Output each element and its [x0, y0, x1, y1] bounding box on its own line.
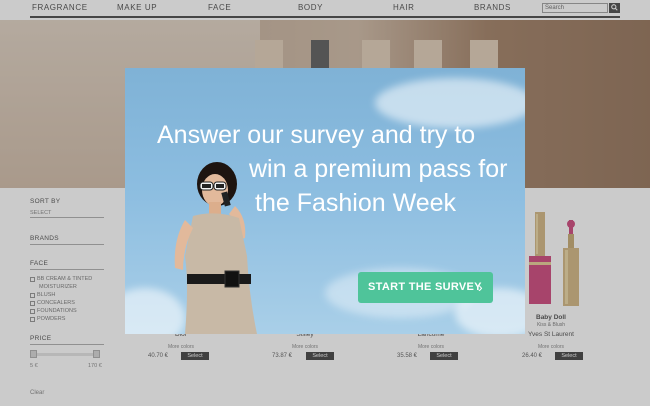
product-subtitle: Kiss & Blush: [536, 322, 566, 328]
face-option-label: FOUNDATIONS: [37, 308, 77, 314]
checkbox[interactable]: [30, 300, 35, 306]
select-button[interactable]: Select: [430, 352, 458, 360]
face-rule: [30, 269, 104, 270]
product-price: 40.70 €: [148, 353, 169, 359]
price-rule: [30, 344, 104, 345]
select-button[interactable]: Select: [306, 352, 334, 360]
product-price: 26.40 €: [522, 353, 543, 359]
nav-hair[interactable]: HAIR: [393, 3, 415, 12]
brands-rule: [30, 244, 104, 245]
more-colors-link[interactable]: More colors: [521, 344, 581, 350]
checkbox[interactable]: [30, 292, 35, 298]
survey-modal: Answer our survey and try to win a premi…: [125, 68, 525, 334]
select-button[interactable]: Select: [555, 352, 583, 360]
product-image-ysl-gloss[interactable]: [559, 220, 583, 306]
clear-filters-link[interactable]: Clear: [30, 390, 44, 396]
more-colors-link[interactable]: More colors: [401, 344, 461, 350]
face-option[interactable]: FOUNDATIONS: [30, 308, 77, 314]
product-price: 35.58 €: [397, 353, 418, 359]
checkbox[interactable]: [30, 276, 35, 282]
hero-bottle: [311, 40, 329, 68]
product-price: 73.87 €: [272, 353, 293, 359]
top-navigation: FRAGRANCE MAKE UP FACE BODY HAIR BRANDS …: [0, 0, 650, 20]
product-name[interactable]: Baby Doll: [521, 314, 581, 321]
face-option[interactable]: BLUSH: [30, 292, 55, 298]
price-slider-track[interactable]: [30, 353, 100, 356]
price-heading: PRICE: [30, 335, 52, 342]
face-heading: FACE: [30, 260, 49, 267]
sort-by-heading: SORT BY: [30, 198, 61, 205]
hero-shelf-item: [255, 40, 283, 68]
product-image-ysl-lipstick[interactable]: [527, 212, 553, 304]
face-option-label: CONCEALERS: [37, 300, 75, 306]
face-option-continued: MOISTURIZER: [39, 284, 77, 290]
checkbox[interactable]: [30, 316, 35, 322]
price-min-label: 5 €: [30, 363, 38, 369]
sort-rule: [30, 217, 104, 218]
checkbox[interactable]: [30, 308, 35, 314]
brands-heading[interactable]: BRANDS: [30, 235, 59, 242]
more-colors-link[interactable]: More colors: [151, 344, 211, 350]
face-option-label: POWDERS: [37, 316, 66, 322]
modal-headline-line-1: Answer our survey and try to: [157, 121, 476, 149]
sort-select[interactable]: SELECT: [30, 210, 51, 216]
nav-divider: [30, 16, 620, 18]
price-max-label: 170 €: [88, 363, 102, 369]
modal-headline-line-3: the Fashion Week: [255, 189, 457, 217]
face-option[interactable]: POWDERS: [30, 316, 65, 322]
hero-shelf-item: [362, 40, 390, 68]
start-survey-label: START THE SURVEY: [368, 281, 482, 293]
modal-headline-line-2: win a premium pass for: [249, 155, 508, 183]
nav-fragrance[interactable]: FRAGRANCE: [32, 3, 88, 12]
nav-body[interactable]: BODY: [298, 3, 323, 12]
hero-shelf-item: [470, 40, 498, 68]
search-input[interactable]: Search: [542, 3, 608, 13]
nav-make-up[interactable]: MAKE UP: [117, 3, 157, 12]
price-slider-min-handle[interactable]: [30, 350, 37, 358]
search-button[interactable]: [609, 3, 620, 13]
search-icon: [611, 4, 618, 11]
nav-face[interactable]: FACE: [208, 3, 231, 12]
hero-shelf-item: [414, 40, 442, 68]
product-brand: Yves St Laurent: [528, 331, 574, 338]
more-colors-link[interactable]: More colors: [275, 344, 335, 350]
start-survey-button[interactable]: START THE SURVEY ›: [358, 272, 493, 303]
face-option[interactable]: BB CREAM & TINTED: [30, 276, 92, 282]
face-option[interactable]: CONCEALERS: [30, 300, 75, 306]
chevron-right-icon: ›: [478, 279, 483, 295]
face-option-label: BB CREAM & TINTED: [37, 276, 93, 282]
nav-brands[interactable]: BRANDS: [474, 3, 511, 12]
face-option-label: BLUSH: [37, 292, 56, 298]
select-button[interactable]: Select: [181, 352, 209, 360]
price-slider-max-handle[interactable]: [93, 350, 100, 358]
